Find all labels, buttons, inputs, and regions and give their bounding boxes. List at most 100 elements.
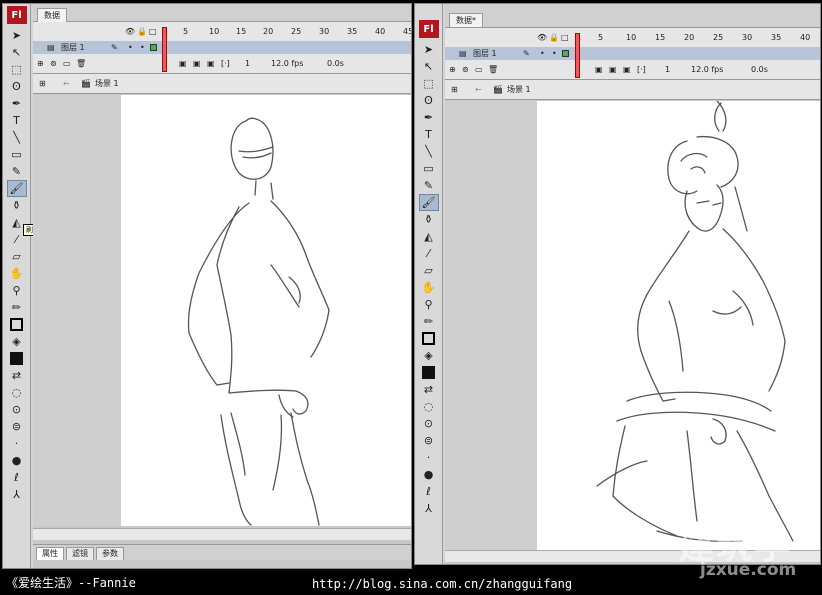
layer-name[interactable]: 图层 1 (61, 41, 85, 54)
brush-tool-icon[interactable]: 🖌 (6, 180, 27, 197)
subselection-tool-icon[interactable]: ↖ (7, 44, 27, 61)
pressure-icon[interactable]: ℓ (7, 469, 27, 486)
fill-color-swatch[interactable] (10, 352, 23, 365)
left-layer-row[interactable]: ▤ 图层 1 ✎ • • (33, 41, 411, 54)
left-horizontal-scrollbar[interactable] (33, 528, 411, 540)
brush-size-icon[interactable]: · (419, 449, 439, 466)
selection-tool-icon[interactable]: ➤ (419, 41, 439, 58)
playhead[interactable] (162, 27, 167, 72)
layer-outline-swatch[interactable] (562, 50, 569, 57)
onion-skin-icon[interactable]: ▣ (179, 57, 187, 70)
stroke-color-swatch[interactable] (10, 318, 23, 331)
brush-tool-icon[interactable]: 🖌 (418, 194, 439, 211)
layer-outline-swatch[interactable] (150, 44, 157, 51)
rectangle-tool-icon[interactable]: ▭ (7, 146, 27, 163)
pencil-tool-icon[interactable]: ✎ (7, 163, 27, 180)
hand-tool-icon[interactable]: ✋ (7, 265, 27, 282)
lasso-tool-icon[interactable]: ʘ (7, 78, 27, 95)
playhead[interactable] (575, 33, 580, 78)
onion-outline-icon[interactable]: ▣ (609, 63, 617, 76)
free-transform-tool-icon[interactable]: ⬚ (7, 61, 27, 78)
brush-size-icon[interactable]: · (7, 435, 27, 452)
outline-icon[interactable]: □ (149, 25, 157, 38)
back-arrow-icon[interactable]: ← (475, 80, 482, 100)
free-transform-tool-icon[interactable]: ⬚ (419, 75, 439, 92)
edit-multiple-icon[interactable]: ▣ (207, 57, 215, 70)
object-drawing-icon[interactable]: ◌ (7, 384, 27, 401)
lock-icon[interactable]: 🔒 (137, 25, 147, 38)
paint-bucket-tool-icon[interactable]: ◭ (419, 228, 439, 245)
caption-url[interactable]: http://blog.sina.com.cn/zhangguifang (312, 577, 572, 591)
left-stage[interactable] (121, 95, 411, 526)
brush-shape-icon[interactable]: ● (419, 466, 439, 483)
delete-layer-icon[interactable]: 🗑 (76, 57, 86, 70)
rectangle-tool-icon[interactable]: ▭ (419, 160, 439, 177)
properties-tab[interactable]: 属性 (36, 547, 64, 560)
selection-tool-icon[interactable]: ➤ (7, 27, 27, 44)
layer-lock-dot[interactable]: • (552, 47, 557, 60)
tilt-icon[interactable]: ⅄ (419, 500, 439, 517)
layer-visible-dot[interactable]: • (128, 41, 133, 54)
fill-color-swatch[interactable] (422, 366, 435, 379)
filters-tab[interactable]: 滤镜 (66, 547, 94, 560)
layer-name[interactable]: 图层 1 (473, 47, 497, 60)
fill-color-icon[interactable]: ◈ (7, 333, 27, 350)
lock-fill-icon[interactable]: ⊙ (419, 415, 439, 432)
add-folder-icon[interactable]: ▭ (63, 57, 71, 70)
eraser-tool-icon[interactable]: ▱ (7, 248, 27, 265)
lasso-tool-icon[interactable]: ʘ (419, 92, 439, 109)
onion-markers-icon[interactable]: [·] (221, 57, 230, 70)
timeline-toggle-icon[interactable]: ⊞ (39, 74, 46, 94)
onion-markers-icon[interactable]: [·] (637, 63, 646, 76)
eraser-tool-icon[interactable]: ▱ (419, 262, 439, 279)
scene-name[interactable]: 场景 1 (95, 74, 119, 94)
lock-fill-icon[interactable]: ⊙ (7, 401, 27, 418)
add-guide-icon[interactable]: ⊚ (462, 63, 469, 76)
swap-colors-icon[interactable]: ⇄ (419, 381, 439, 398)
stroke-color-swatch[interactable] (422, 332, 435, 345)
stroke-color-icon[interactable]: ✏ (419, 313, 439, 330)
add-layer-icon[interactable]: ⊕ (449, 63, 456, 76)
add-folder-icon[interactable]: ▭ (475, 63, 483, 76)
layer-lock-dot[interactable]: • (140, 41, 145, 54)
text-tool-icon[interactable]: T (419, 126, 439, 143)
add-guide-icon[interactable]: ⊚ (50, 57, 57, 70)
zoom-tool-icon[interactable]: ⚲ (7, 282, 27, 299)
parameters-tab[interactable]: 参数 (96, 547, 124, 560)
ink-bottle-tool-icon[interactable]: ⚱ (419, 211, 439, 228)
scene-name[interactable]: 场景 1 (507, 80, 531, 100)
eye-icon[interactable]: 👁 (125, 25, 135, 38)
hand-tool-icon[interactable]: ✋ (419, 279, 439, 296)
lock-icon[interactable]: 🔒 (549, 31, 559, 44)
stroke-color-icon[interactable]: ✏ (7, 299, 27, 316)
zoom-tool-icon[interactable]: ⚲ (419, 296, 439, 313)
edit-multiple-icon[interactable]: ▣ (623, 63, 631, 76)
onion-outline-icon[interactable]: ▣ (193, 57, 201, 70)
object-drawing-icon[interactable]: ◌ (419, 398, 439, 415)
outline-icon[interactable]: □ (561, 31, 569, 44)
pen-tool-icon[interactable]: ✒ (7, 95, 27, 112)
back-arrow-icon[interactable]: ← (63, 74, 70, 94)
fill-color-icon[interactable]: ◈ (419, 347, 439, 364)
swap-colors-icon[interactable]: ⇄ (7, 367, 27, 384)
brush-shape-icon[interactable]: ● (7, 452, 27, 469)
right-stage[interactable] (537, 101, 820, 550)
pressure-icon[interactable]: ℓ (419, 483, 439, 500)
add-layer-icon[interactable]: ⊕ (37, 57, 44, 70)
tilt-icon[interactable]: ⅄ (7, 486, 27, 503)
pen-tool-icon[interactable]: ✒ (419, 109, 439, 126)
line-tool-icon[interactable]: ╲ (7, 129, 27, 146)
text-tool-icon[interactable]: T (7, 112, 27, 129)
right-doc-tab[interactable]: 数据* (449, 13, 483, 27)
onion-skin-icon[interactable]: ▣ (595, 63, 603, 76)
delete-layer-icon[interactable]: 🗑 (488, 63, 498, 76)
timeline-toggle-icon[interactable]: ⊞ (451, 80, 458, 100)
layer-visible-dot[interactable]: • (540, 47, 545, 60)
pencil-tool-icon[interactable]: ✎ (419, 177, 439, 194)
line-tool-icon[interactable]: ╲ (419, 143, 439, 160)
eyedropper-tool-icon[interactable]: ⁄ (419, 245, 439, 262)
brush-mode-icon[interactable]: ⊜ (419, 432, 439, 449)
ink-bottle-tool-icon[interactable]: ⚱ (7, 197, 27, 214)
eye-icon[interactable]: 👁 (537, 31, 547, 44)
left-doc-tab[interactable]: 数据 (37, 8, 67, 22)
